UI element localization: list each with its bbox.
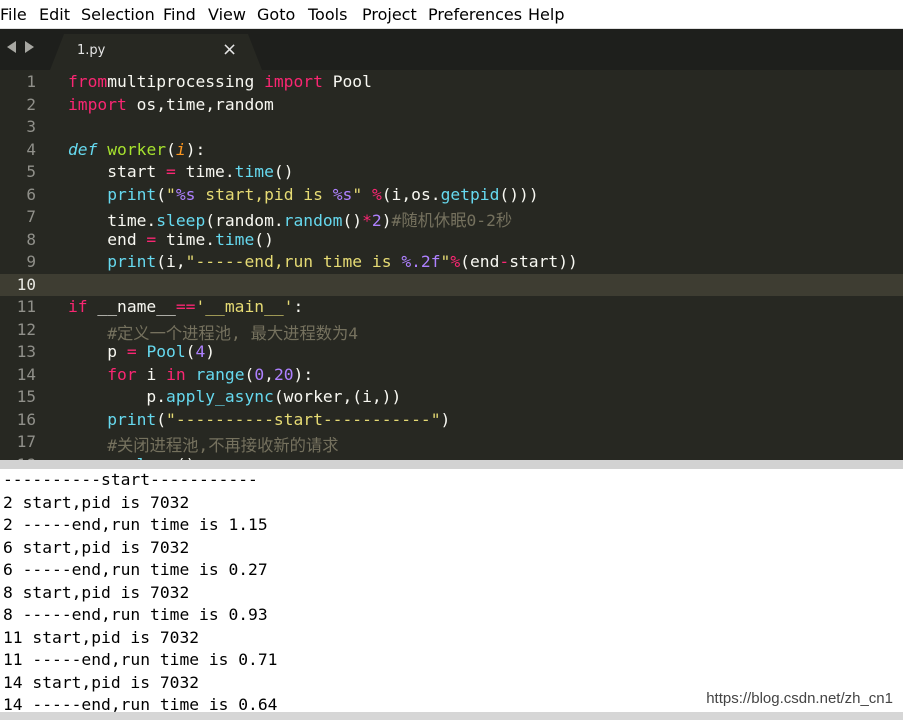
line-number: 2 — [26, 94, 36, 114]
watermark: https://blog.csdn.net/zh_cn1 — [706, 690, 893, 707]
line-number: 7 — [26, 207, 36, 226]
output-line: 11 start,pid is 7032 — [3, 627, 200, 647]
code-text: p.apply_async(worker,(i,)) — [68, 387, 402, 406]
code-text: print("%s start,pid is %s" %(i,os.getpid… — [107, 184, 539, 204]
code-text: #关闭进程池,不再接收新的请求 — [107, 436, 339, 455]
line-number: 5 — [26, 162, 36, 181]
tab-scroll-right-icon[interactable] — [25, 41, 34, 53]
output-line: 11 -----end,run time is 0.71 — [3, 650, 278, 669]
line-number: 17 — [16, 432, 36, 451]
line-number: 16 — [16, 409, 36, 429]
close-icon[interactable]: × — [222, 40, 237, 60]
code-text: print(i,"-----end,run time is %.2f"%(end… — [107, 252, 578, 271]
menu-bar: File Edit Selection Find View Goto Tools… — [0, 0, 903, 29]
line-number: 6 — [26, 184, 36, 204]
panel-splitter[interactable] — [0, 460, 903, 469]
tab-bar: 1.py × — [0, 29, 903, 70]
line-number: 13 — [16, 342, 36, 361]
menu-find[interactable]: Find — [163, 5, 196, 24]
tab-scroll-left-icon[interactable] — [7, 41, 16, 53]
line-number: 10 — [16, 274, 36, 294]
menu-file[interactable]: File — [0, 5, 27, 24]
code-text: import os,time,random — [68, 94, 274, 114]
code-line[interactable]: 5 start = time.time() — [0, 161, 903, 184]
menu-selection[interactable]: Selection — [81, 5, 155, 24]
output-line: 2 -----end,run time is 1.15 — [3, 515, 268, 534]
line-number: 14 — [16, 364, 36, 384]
line-number: 8 — [26, 229, 36, 249]
code-line[interactable]: 11 if __name__=='__main__': — [0, 296, 903, 319]
code-text: for i in range(0,20): — [107, 364, 314, 384]
code-text: p = Pool(4) — [68, 342, 216, 361]
menu-goto[interactable]: Goto — [257, 5, 295, 24]
code-line[interactable]: 16 print("----------start-----------") — [0, 409, 903, 432]
code-line[interactable]: 10 — [0, 273, 903, 296]
menu-edit[interactable]: Edit — [39, 5, 70, 24]
code-line[interactable]: 12 #定义一个进程池, 最大进程数为4 — [0, 319, 903, 343]
code-line[interactable]: 2 import os,time,random — [0, 94, 903, 117]
code-text: frommultiprocessing import Pool — [68, 72, 372, 91]
line-number: 12 — [16, 319, 36, 339]
status-bar — [0, 712, 903, 720]
code-line[interactable]: 15 p.apply_async(worker,(i,)) — [0, 386, 903, 409]
code-text: start = time.time() — [68, 162, 294, 181]
line-number: 4 — [26, 139, 36, 159]
code-line[interactable]: 1 frommultiprocessing import Pool — [0, 71, 903, 94]
output-line: ----------start----------- — [3, 470, 258, 489]
tab-1-py[interactable]: 1.py × — [50, 34, 262, 70]
code-line[interactable]: 9 print(i,"-----end,run time is %.2f"%(e… — [0, 251, 903, 274]
code-line[interactable]: 6 print("%s start,pid is %s" %(i,os.getp… — [0, 184, 903, 207]
code-text: #定义一个进程池, 最大进程数为4 — [107, 323, 359, 343]
code-text: print("----------start-----------") — [107, 409, 451, 429]
output-line: 8 -----end,run time is 0.93 — [3, 605, 268, 624]
line-number: 1 — [26, 72, 36, 91]
output-line: 14 start,pid is 7032 — [3, 672, 200, 692]
code-editor[interactable]: 1 frommultiprocessing import Pool 2 import … — [0, 70, 903, 460]
code-text: end = time.time() — [68, 229, 274, 249]
menu-help[interactable]: Help — [528, 5, 564, 24]
code-text: def worker(i): — [68, 139, 206, 159]
code-line[interactable]: 7 time.sleep(random.random()*2)#随机休眠0-2秒 — [0, 206, 903, 230]
line-number: 11 — [16, 297, 36, 316]
output-line: 6 start,pid is 7032 — [3, 537, 190, 557]
code-text: time.sleep(random.random()*2)#随机休眠0-2秒 — [68, 211, 513, 230]
output-line: 6 -----end,run time is 0.27 — [3, 560, 268, 579]
code-line[interactable]: 4 def worker(i): — [0, 139, 903, 162]
line-number: 3 — [26, 117, 36, 136]
code-line[interactable]: 3 — [0, 116, 903, 139]
menu-view[interactable]: View — [208, 5, 246, 24]
code-line[interactable]: 13 p = Pool(4) — [0, 341, 903, 364]
code-line[interactable]: 17 #关闭进程池,不再接收新的请求 — [0, 431, 903, 455]
code-line[interactable]: 14 for i in range(0,20): — [0, 364, 903, 387]
tab-title: 1.py — [77, 43, 106, 58]
line-number: 15 — [16, 387, 36, 406]
output-line: 2 start,pid is 7032 — [3, 492, 190, 512]
menu-preferences[interactable]: Preferences — [428, 5, 522, 24]
menu-project[interactable]: Project — [362, 5, 417, 24]
code-line[interactable]: 8 end = time.time() — [0, 229, 903, 252]
output-line: 14 -----end,run time is 0.64 — [3, 695, 278, 712]
output-line: 8 start,pid is 7032 — [3, 582, 190, 602]
output-panel[interactable]: ----------start----------- 2 start,pid is… — [0, 469, 903, 712]
code-text: if __name__=='__main__': — [68, 297, 304, 316]
line-number: 9 — [26, 252, 36, 271]
menu-tools[interactable]: Tools — [308, 5, 347, 24]
